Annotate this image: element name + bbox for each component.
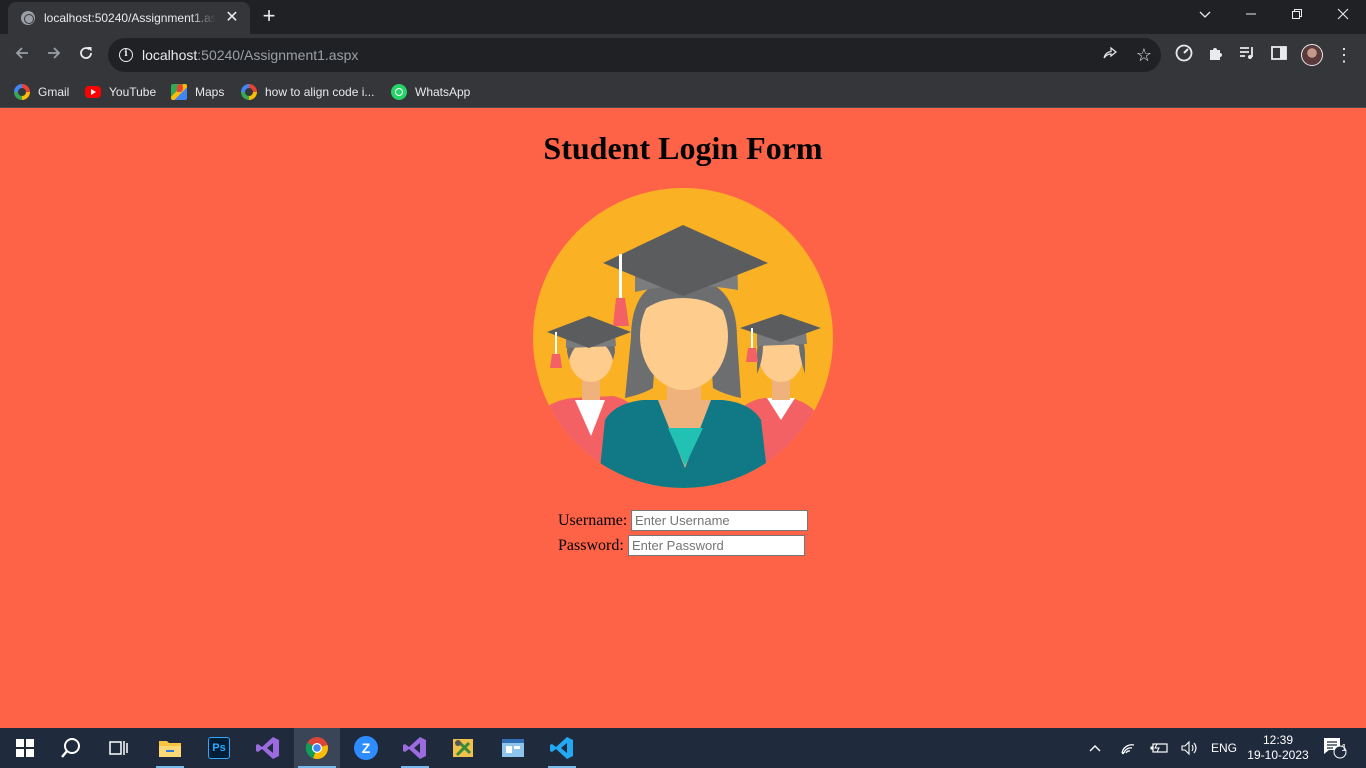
whatsapp-icon: [391, 84, 407, 100]
google-icon: [241, 84, 257, 100]
start-button[interactable]: [2, 728, 48, 768]
address-bar[interactable]: i localhost:50240/Assignment1.aspx ☆: [108, 38, 1161, 72]
youtube-icon: [85, 86, 101, 98]
chrome-taskbar-button[interactable]: [294, 728, 340, 768]
vscode-icon: [550, 737, 573, 759]
close-tab-icon[interactable]: ✕: [224, 10, 240, 26]
search-button[interactable]: [48, 728, 94, 768]
browser-toolbar: i localhost:50240/Assignment1.aspx ☆ ⋮: [0, 34, 1366, 76]
tab-title: localhost:50240/Assignment1.aspx: [44, 11, 216, 25]
url-host: localhost: [142, 47, 198, 63]
input-language[interactable]: ENG: [1209, 728, 1239, 768]
chrome-icon: [305, 737, 328, 760]
back-button[interactable]: [8, 41, 36, 69]
bookmark-label: YouTube: [109, 85, 157, 99]
username-row: Username:: [558, 509, 818, 534]
notification-center-button[interactable]: 1: [1318, 728, 1352, 768]
url-path: :50240/Assignment1.aspx: [197, 47, 359, 63]
site-info-icon[interactable]: i: [119, 48, 133, 62]
tab-strip: localhost:50240/Assignment1.aspx ✕ +: [0, 0, 1366, 34]
folder-icon: [159, 741, 181, 757]
restore-button[interactable]: [1274, 0, 1320, 32]
app-window-icon: [502, 739, 524, 757]
bookmark-label: Maps: [195, 85, 225, 99]
extensions-puzzle-icon[interactable]: [1205, 44, 1227, 66]
bookmark-label: how to align code i...: [265, 85, 375, 99]
clock-date: 19-10-2023: [1247, 748, 1309, 762]
search-icon: [61, 738, 80, 758]
notification-count: 1: [1341, 743, 1347, 754]
more-menu-icon[interactable]: ⋮: [1333, 44, 1355, 66]
share-icon[interactable]: [1101, 46, 1119, 64]
clock-time: 12:39: [1262, 733, 1294, 747]
globe-icon: [21, 11, 35, 25]
show-hidden-icons-chevron-icon[interactable]: [1083, 728, 1107, 768]
zoom-icon: Z: [354, 736, 378, 760]
wifi-icon[interactable]: [1117, 728, 1139, 768]
battery-icon[interactable]: [1147, 728, 1171, 768]
google-icon: [14, 84, 30, 100]
bookmark-label: WhatsApp: [415, 85, 471, 99]
file-explorer-taskbar-button[interactable]: [147, 728, 193, 768]
reload-button[interactable]: [72, 41, 100, 69]
tools-icon: [453, 739, 473, 757]
bookmark-how-to-align-code[interactable]: how to align code i...: [241, 82, 374, 102]
forward-button[interactable]: [40, 41, 68, 69]
browser-tab[interactable]: localhost:50240/Assignment1.aspx ✕: [8, 2, 250, 34]
bookmark-label: Gmail: [38, 85, 70, 99]
clock[interactable]: 12:39 19-10-2023: [1244, 728, 1312, 768]
password-input[interactable]: [628, 535, 805, 556]
maps-icon: [171, 84, 187, 100]
photoshop-icon: Ps: [208, 737, 230, 759]
windows-logo-icon: [16, 739, 34, 757]
bookmark-whatsapp[interactable]: WhatsApp: [391, 82, 470, 102]
app-taskbar-button[interactable]: [490, 728, 536, 768]
login-form: Username: Password:: [558, 509, 818, 559]
bookmark-star-icon[interactable]: ☆: [1134, 45, 1154, 65]
password-row: Password:: [558, 534, 818, 559]
tab-search-chevron-icon[interactable]: [1182, 0, 1228, 32]
volume-icon[interactable]: [1179, 728, 1201, 768]
password-label: Password:: [558, 537, 624, 554]
visual-studio-icon: [256, 737, 279, 759]
side-panel-icon[interactable]: [1268, 44, 1290, 66]
tool-app-taskbar-button[interactable]: [441, 728, 487, 768]
bookmark-youtube[interactable]: YouTube: [85, 82, 156, 102]
bookmarks-bar: Gmail YouTube Maps how to align code i..…: [0, 76, 1366, 108]
windows-taskbar: Ps Z ENG 12:39 19-10-2023 1: [0, 728, 1366, 768]
photoshop-taskbar-button[interactable]: Ps: [196, 728, 242, 768]
page-title: Student Login Form: [543, 130, 823, 166]
profile-avatar[interactable]: [1301, 44, 1323, 66]
url-text[interactable]: localhost:50240/Assignment1.aspx: [142, 47, 358, 63]
visual-studio-taskbar-button[interactable]: [245, 728, 291, 768]
username-input[interactable]: [631, 510, 808, 531]
visual-studio-taskbar-button-2[interactable]: [392, 728, 438, 768]
visual-studio-icon: [403, 737, 426, 759]
vscode-taskbar-button[interactable]: [539, 728, 585, 768]
close-window-button[interactable]: [1320, 0, 1366, 32]
web-page: Student Login Form Username: Enter Usern…: [0, 108, 1366, 728]
minimize-button[interactable]: [1228, 0, 1274, 32]
task-view-icon: [109, 741, 128, 755]
bookmark-gmail[interactable]: Gmail: [14, 82, 69, 102]
new-tab-button[interactable]: +: [258, 5, 280, 28]
username-label: Username:: [558, 512, 628, 529]
media-control-icon[interactable]: [1236, 44, 1258, 66]
graduates-icon: [533, 188, 833, 488]
zoom-taskbar-button[interactable]: Z: [343, 728, 389, 768]
task-view-button[interactable]: [96, 728, 142, 768]
bookmark-maps[interactable]: Maps: [171, 82, 224, 102]
speedometer-extension-icon[interactable]: [1173, 44, 1195, 66]
